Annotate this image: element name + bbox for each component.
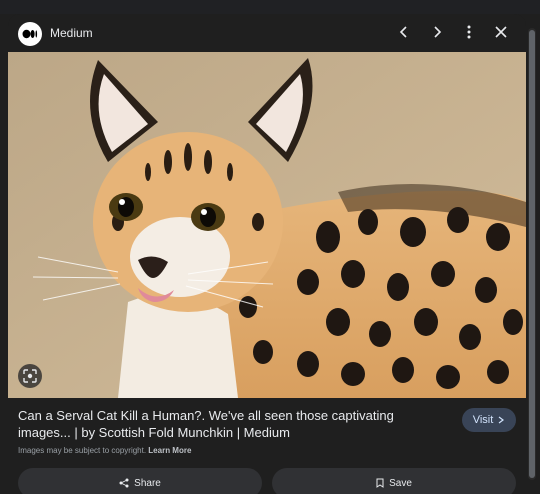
result-title[interactable]: Can a Serval Cat Kill a Human?. We've al… [18, 407, 448, 441]
medium-logo-icon[interactable] [18, 22, 42, 46]
scrollbar[interactable] [528, 28, 536, 480]
visit-button[interactable]: Visit [462, 408, 516, 432]
viewer-header: Medium [8, 14, 526, 52]
share-label: Share [134, 477, 161, 489]
scrollbar-thumb[interactable] [529, 30, 535, 478]
more-vert-icon [467, 25, 471, 39]
share-button[interactable]: Share [18, 468, 262, 494]
save-label: Save [389, 477, 412, 489]
next-button[interactable] [426, 21, 448, 43]
previous-button[interactable] [393, 21, 415, 43]
copyright-notice: Images may be subject to copyright. Lear… [18, 446, 191, 455]
image-viewer-panel: Medium Can a Serval Cat Kill a Human?. W… [8, 14, 526, 494]
serval-cat-image [8, 52, 526, 398]
lens-search-button[interactable] [18, 364, 42, 388]
learn-more-link[interactable]: Learn More [148, 446, 191, 455]
visit-label: Visit [472, 414, 494, 426]
close-icon [495, 26, 507, 38]
copyright-text: Images may be subject to copyright. [18, 446, 147, 455]
more-options-button[interactable] [458, 21, 480, 43]
chevron-right-icon [434, 26, 442, 38]
lens-icon [23, 369, 37, 383]
site-name[interactable]: Medium [50, 26, 93, 40]
close-button[interactable] [490, 21, 512, 43]
window-top-strip [0, 0, 540, 14]
chevron-right-icon [498, 416, 505, 424]
chevron-left-icon [399, 26, 407, 38]
save-button[interactable]: Save [272, 468, 516, 494]
preview-image[interactable] [8, 52, 526, 398]
